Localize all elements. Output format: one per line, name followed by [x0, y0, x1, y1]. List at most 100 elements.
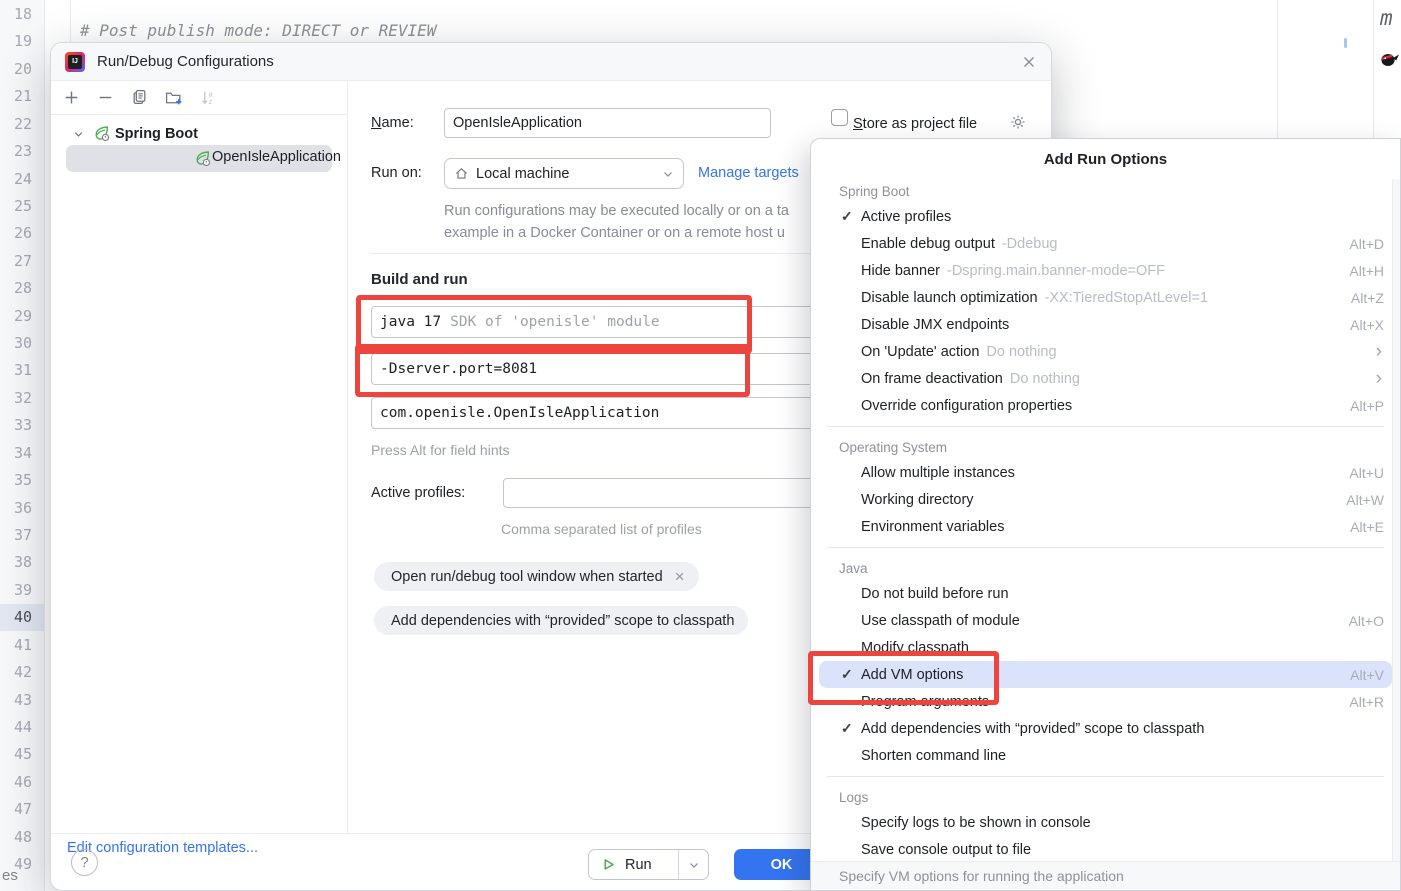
gear-icon[interactable] — [1009, 113, 1027, 131]
popup-section-header: Operating System — [811, 435, 1400, 459]
menu-item[interactable]: Modify classpath — [811, 634, 1400, 661]
run-on-description-line1: Run configurations may be executed local… — [444, 203, 789, 219]
configurations-tree-panel: az Spring Boot OpenIsleApplication Edit … — [51, 81, 348, 833]
line-number: 31 — [0, 357, 32, 384]
line-number: 41 — [0, 632, 32, 659]
menu-item[interactable]: Save console output to file — [811, 836, 1400, 861]
menu-item-shortcut: Alt+V — [1350, 667, 1384, 683]
menu-item[interactable]: ✓Add VM optionsAlt+V — [811, 661, 1400, 688]
line-number: 26 — [0, 220, 32, 247]
main-class-input[interactable]: com.openisle.OpenIsleApplication — [371, 397, 821, 429]
check-icon: ✓ — [841, 720, 861, 737]
editor-gutter: 1819202122232425262728293031323334353637… — [0, 0, 45, 891]
menu-item-shortcut: Alt+Z — [1351, 290, 1384, 306]
menu-item-shortcut: Alt+H — [1349, 263, 1384, 279]
line-number: 21 — [0, 83, 32, 110]
manage-targets-link[interactable]: Manage targets — [698, 165, 799, 181]
menu-item-shortcut: Alt+U — [1349, 465, 1384, 481]
line-number: 32 — [0, 385, 32, 412]
line-number: 46 — [0, 769, 32, 796]
bird-icon — [1380, 50, 1399, 67]
menu-item[interactable]: Disable JMX endpoints Alt+X — [811, 311, 1400, 338]
menu-item-label: Use classpath of module — [861, 613, 1020, 629]
new-folder-icon[interactable] — [165, 89, 183, 106]
name-input[interactable]: OpenIsleApplication — [444, 108, 771, 138]
popup-section-header: Java — [811, 556, 1400, 580]
menu-item[interactable]: Environment variables Alt+E — [811, 513, 1400, 540]
menu-item-shortcut: Alt+W — [1346, 492, 1384, 508]
line-number: 39 — [0, 577, 32, 604]
submenu-chevron-icon: › — [1376, 342, 1382, 361]
run-on-value: Local machine — [476, 166, 570, 182]
line-number: 40 — [0, 604, 32, 631]
line-number: 19 — [0, 28, 32, 55]
menu-item-label: Modify classpath — [861, 640, 969, 656]
remove-tag-icon[interactable]: × — [675, 568, 685, 585]
menu-item-label: Disable JMX endpoints — [861, 317, 1009, 333]
line-number: 29 — [0, 303, 32, 330]
run-button[interactable]: Run — [588, 849, 709, 880]
line-number: 42 — [0, 659, 32, 686]
line-number: 28 — [0, 275, 32, 302]
tree-item-openisleapplication[interactable]: OpenIsleApplication — [66, 145, 332, 172]
store-as-project-file-label: Store as project file — [853, 116, 977, 132]
menu-item[interactable]: Enable debug output-DdebugAlt+D — [811, 230, 1400, 257]
remove-icon[interactable] — [97, 89, 114, 106]
scrollbar-marker — [1344, 38, 1347, 48]
line-number: 34 — [0, 440, 32, 467]
menu-item[interactable]: Hide banner-Dspring.main.banner-mode=OFF… — [811, 257, 1400, 284]
line-number: 33 — [0, 412, 32, 439]
menu-separator — [811, 769, 1400, 785]
popup-status-hint: Specify VM options for running the appli… — [811, 861, 1400, 890]
home-icon — [454, 166, 469, 181]
menu-item[interactable]: ✓Add dependencies with “provided” scope … — [811, 715, 1400, 742]
menu-item[interactable]: Do not build before run — [811, 580, 1400, 607]
editor-text-fragment: m — [1380, 6, 1393, 30]
menu-item[interactable]: Shorten command line — [811, 742, 1400, 769]
menu-item-hint: Do nothing — [986, 344, 1056, 360]
run-on-description-line2: example in a Docker Container or on a re… — [444, 225, 785, 241]
menu-item-shortcut: Alt+X — [1350, 317, 1384, 333]
menu-item[interactable]: Allow multiple instancesAlt+U — [811, 459, 1400, 486]
vm-options-input[interactable]: -Dserver.port=8081 — [371, 353, 821, 385]
menu-item-label: Disable launch optimization — [861, 290, 1038, 306]
menu-item-label: Save console output to file — [861, 842, 1031, 858]
run-on-select[interactable]: Local machine — [444, 158, 684, 189]
line-number: 35 — [0, 467, 32, 494]
menu-item[interactable]: On frame deactivationDo nothing› — [811, 365, 1400, 392]
editor-left-edge — [70, 0, 71, 44]
line-number: 38 — [0, 549, 32, 576]
tree-group-label: Spring Boot — [115, 126, 198, 142]
menu-item[interactable]: ✓Active profiles — [811, 203, 1400, 230]
menu-item[interactable]: Use classpath of module Alt+O — [811, 607, 1400, 634]
menu-item-label: Environment variables — [861, 519, 1004, 535]
chevron-down-icon[interactable] — [73, 129, 84, 140]
menu-item[interactable]: Specify logs to be shown in console — [811, 809, 1400, 836]
menu-item-shortcut: Alt+E — [1350, 519, 1384, 535]
help-button[interactable]: ? — [71, 849, 98, 876]
sort-alphabetically-icon[interactable]: az — [200, 89, 217, 106]
intellij-logo-icon: IJ — [65, 52, 85, 72]
menu-item[interactable]: Program argumentsAlt+R — [811, 688, 1400, 715]
close-icon[interactable] — [1021, 54, 1037, 70]
menu-item[interactable]: Working directoryAlt+W — [811, 486, 1400, 513]
menu-item-hint: -XX:TieredStopAtLevel=1 — [1045, 290, 1209, 306]
menu-item[interactable]: On 'Update' action Do nothing › — [811, 338, 1400, 365]
menu-item[interactable]: Disable launch optimization -XX:TieredSto… — [811, 284, 1400, 311]
menu-item-shortcut: Alt+O — [1349, 613, 1384, 629]
build-and-run-header: Build and run — [371, 271, 468, 288]
menu-item-shortcut: Alt+P — [1350, 398, 1384, 414]
menu-item-label: On 'Update' action — [861, 344, 979, 360]
store-as-project-file-checkbox[interactable] — [831, 109, 848, 126]
tree-toolbar: az — [51, 81, 347, 115]
menu-item-label: Specify logs to be shown in console — [861, 815, 1091, 831]
jre-input[interactable]: java 17SDK of 'openisle' module — [371, 306, 821, 338]
spring-boot-icon — [194, 150, 211, 167]
active-profiles-label: Active profiles: — [371, 485, 465, 501]
copy-icon[interactable] — [131, 89, 148, 106]
add-icon[interactable] — [63, 89, 80, 106]
popup-section-header: Logs — [811, 785, 1400, 809]
menu-item[interactable]: Override configuration propertiesAlt+P — [811, 392, 1400, 419]
edit-configuration-templates-link[interactable]: Edit configuration templates... — [67, 840, 258, 856]
chevron-down-icon[interactable] — [679, 859, 708, 871]
